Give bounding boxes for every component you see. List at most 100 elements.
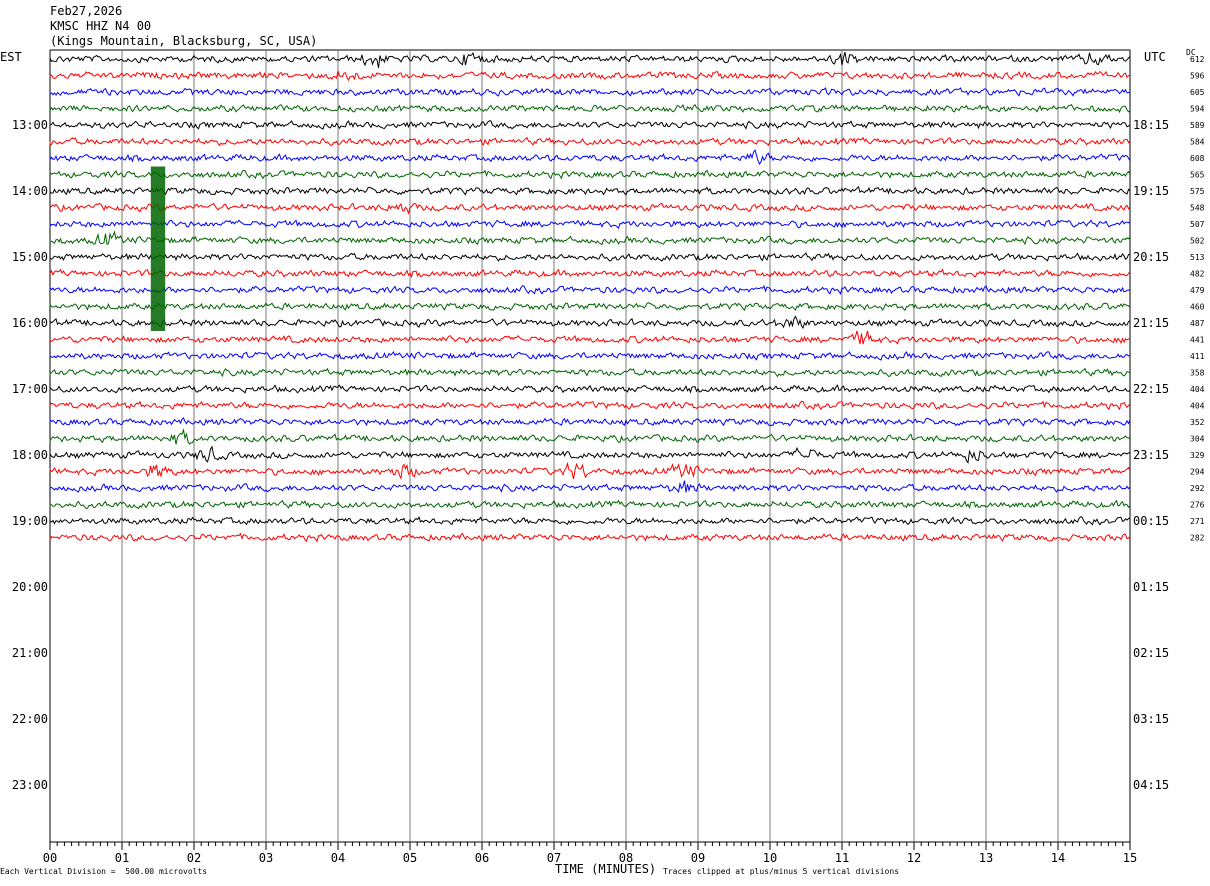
x-axis-title: TIME (MINUTES) [555,862,657,876]
x-tick-label: 11 [835,851,849,865]
x-tick-label: 14 [1051,851,1065,865]
x-tick-label: 01 [115,851,129,865]
seismic-trace [49,480,1131,494]
utc-hour-label: 21:15 [1133,316,1169,330]
x-tick-label: 04 [331,851,345,865]
dc-value: 605 [1190,88,1205,97]
seismic-trace [49,120,1131,130]
dc-labels: 612 596 605 594 589 584 608 565 575 548 507 502 513 4… [1190,55,1205,543]
utc-hour-label: 20:15 [1133,250,1169,264]
seismic-trace [49,516,1131,526]
x-tick-label: 05 [403,851,417,865]
dc-value: 294 [1190,468,1205,477]
utc-hour-label: 23:15 [1133,448,1169,462]
est-hour-label: 21:00 [12,646,48,660]
dc-value: 479 [1190,286,1205,295]
dc-value: 565 [1190,171,1205,180]
est-hour-label: 16:00 [12,316,48,330]
utc-hour-label: 01:15 [1133,580,1169,594]
est-hour-label: 14:00 [12,184,48,198]
dc-value: 594 [1190,105,1205,114]
dc-value: 304 [1190,435,1205,444]
est-hour-label: 13:00 [12,118,48,132]
est-hour-label: 19:00 [12,514,48,528]
seismic-trace [49,417,1131,427]
seismic-trace [49,148,1131,166]
seismic-trace [49,230,1131,246]
seismic-traces [49,51,1131,543]
seismic-trace [49,499,1131,510]
dc-value: 612 [1190,55,1205,64]
clipped-event-block [150,166,166,331]
dc-value: 575 [1190,187,1205,196]
dc-value: 548 [1190,204,1205,213]
x-tick-label: 12 [907,851,921,865]
seismic-trace [49,136,1131,147]
x-tick-label: 02 [187,851,201,865]
dc-value: 271 [1190,517,1205,526]
dc-value: 460 [1190,303,1205,312]
dc-value: 608 [1190,154,1205,163]
dc-value: 329 [1190,451,1205,460]
seismic-trace [49,284,1131,296]
dc-value: 502 [1190,237,1205,246]
seismic-trace [49,51,1131,69]
dc-value: 584 [1190,138,1205,147]
x-tick-label: 03 [259,851,273,865]
utc-hour-label: 04:15 [1133,778,1169,792]
dc-value: 404 [1190,402,1205,411]
seismic-trace [49,268,1131,279]
dc-value: 482 [1190,270,1205,279]
x-tick-label: 09 [691,851,705,865]
dc-value: 276 [1190,501,1205,510]
est-hour-label: 22:00 [12,712,48,726]
dc-value: 507 [1190,220,1205,229]
seismic-trace [49,330,1131,345]
dc-value: 487 [1190,319,1205,328]
utc-hour-label: 00:15 [1133,514,1169,528]
dc-value: 411 [1190,352,1205,361]
dc-value: 513 [1190,253,1205,262]
seismic-trace [49,70,1131,82]
seismic-trace [49,428,1131,445]
seismic-trace [49,302,1131,312]
x-tick-label: 15 [1123,851,1137,865]
utc-hour-label: 18:15 [1133,118,1169,132]
utc-hour-label: 19:15 [1133,184,1169,198]
est-hour-label: 23:00 [12,778,48,792]
est-hour-label: 18:00 [12,448,48,462]
seismic-trace [49,461,1131,480]
dc-value: 358 [1190,369,1205,378]
utc-hour-label: 03:15 [1133,712,1169,726]
seismic-trace [49,445,1131,464]
x-tick-label: 13 [979,851,993,865]
est-hour-label: 20:00 [12,580,48,594]
seismic-trace [49,400,1131,411]
dc-value: 292 [1190,484,1205,493]
est-hour-label: 17:00 [12,382,48,396]
seismic-trace [49,202,1131,216]
seismic-trace [49,367,1130,378]
seismic-trace [49,351,1131,361]
seismic-trace [49,315,1131,329]
seismic-trace [49,169,1131,180]
dc-value: 352 [1190,418,1205,427]
x-tick-label: 06 [475,851,489,865]
seismic-trace [49,186,1131,196]
seismic-trace [49,87,1130,97]
helicorder-plot: 00 01 02 03 04 05 06 07 08 09 10 11 12 13 14 15 13:0014… [12,49,1205,865]
seismic-trace [49,532,1131,543]
scale-note: Each Vertical Division = 500.00 microvol… [0,867,208,876]
dc-value: 589 [1190,121,1205,130]
clip-note: Traces clipped at plus/minus 5 vertical … [663,867,900,876]
utc-hour-label: 02:15 [1133,646,1169,660]
x-tick-label: 00 [43,851,57,865]
seismic-trace [49,384,1131,394]
dc-value: 596 [1190,72,1205,81]
x-tick-label: 10 [763,851,777,865]
est-hour-label: 15:00 [12,250,48,264]
utc-hour-label: 22:15 [1133,382,1169,396]
dc-value: 404 [1190,385,1205,394]
seismic-trace [49,104,1131,114]
dc-value: 282 [1190,534,1205,543]
